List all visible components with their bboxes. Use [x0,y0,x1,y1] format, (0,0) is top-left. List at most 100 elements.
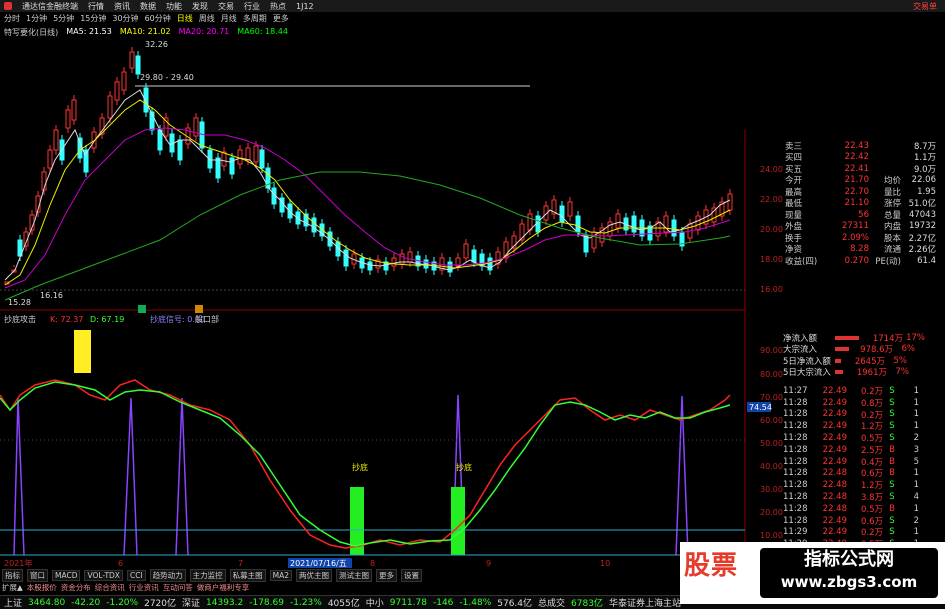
axis-tick: 16.00 [760,285,783,294]
candle-body [407,251,413,263]
tick-row: 11:28 22.48 3.8万 S 4 [783,492,919,504]
tick-row: 11:28 22.48 0.5万 B 1 [783,503,919,515]
tick-row: 11:29 22.49 0.2万 S 1 [783,527,919,539]
price-axis: 24.00 22.00 20.00 18.00 16.00 [760,165,783,294]
status-value: 14393.2 [206,597,244,608]
candle-body [695,215,701,231]
candle-body [615,213,621,229]
quote-row: 换手 2.09% 股本 2.27亿 [785,232,936,244]
date-tick: 9 [486,559,491,568]
candle-body [245,147,251,161]
indicator-tab[interactable]: 窗口 [27,569,48,582]
indicator-tab[interactable]: 设置 [401,569,423,582]
status-value: 3464.80 [28,597,66,608]
date-highlight-text: 2021/07/16/五 [290,559,347,568]
indicator-tab[interactable]: 主力监控 [189,569,226,582]
indicator-tab[interactable]: 趋势动力 [149,569,186,582]
quote-row: 外盘 27311 内盘 19732 [785,221,936,233]
extension-tab[interactable]: 扩展▲ [2,582,23,593]
quote-table: 卖三 22.43 8.7万 买四 22.42 1.1万 买五 22.41 9.0万 今开 21… [785,140,940,267]
status-pct: -1.20% [106,597,139,608]
tick-row: 11:28 22.49 0.5万 S 2 [783,433,919,445]
extension-tab[interactable]: 本股报价 [27,582,57,593]
status-label[interactable]: 总成交 [538,596,565,609]
candle-body [343,249,349,267]
axis-tick: 40.00 [760,462,783,471]
candle-body [177,139,183,161]
indicator-tab[interactable]: 两优主图 [296,569,333,582]
tick-row: 11:28 22.49 2.5万 B 3 [783,444,919,456]
candle-body [367,261,373,271]
indicator-sig2: 股口部 [195,314,219,324]
date-tick: 8 [370,559,375,568]
extension-tab[interactable]: 资金分布 [61,582,91,593]
candle-body [259,149,265,169]
status-vol: 4055亿 [327,599,360,609]
axis-tick: 90.00 [760,346,783,355]
flow-row: 大宗流入 978.6万 6% [783,344,915,356]
axis-tick: 50.00 [760,439,783,448]
indicator-tab[interactable]: 指标 [2,569,23,582]
status-chg: -42.20 [71,597,101,608]
quote-row: 现量 56 总量 47043 [785,209,936,221]
axis-tick: 70.00 [760,393,783,402]
indicator-name: 抄底攻击 [4,314,36,324]
axis-tick: 24.00 [760,165,783,174]
extension-tab[interactable]: 做商户福利专享 [197,582,250,593]
date-axis: 2021年 6 7 2021/07/16/五 8 9 10 [4,558,610,568]
candle-body [311,217,317,233]
candle-body [77,137,83,159]
indicator-axis: 90.00 80.00 70.00 60.00 50.00 40.00 30.0… [760,346,783,540]
axis-tick: 60.00 [760,416,783,425]
low2-label: 15.28 [8,298,31,307]
candles [4,47,733,285]
status-pct: -1.48% [459,597,492,608]
watermark-text: 股票 [684,551,739,581]
quote-row: 卖三 22.43 8.7万 [785,140,936,152]
tick-row: 11:28 22.49 0.2万 S 1 [783,409,919,421]
status-label[interactable]: 上证 [4,596,22,609]
date-tick: 10 [600,559,610,568]
extension-tab[interactable]: 综合资讯 [95,582,125,593]
quote-row: 最低 21.10 涨停 51.0亿 [785,198,936,210]
candle-body [65,109,71,129]
tick-row: 11:28 22.49 0.6万 S 2 [783,515,919,527]
indicator-tab[interactable]: CCI [126,570,146,581]
indicator-tab[interactable]: VOL-TDX [84,570,123,581]
range-label: 29.80 - 29.40 [140,73,194,82]
buy-signal-bar [451,487,465,555]
extension-tab[interactable]: 行业资讯 [129,582,159,593]
candle-body [107,95,113,119]
signal-label: 抄底 [456,462,472,472]
extension-tabs: 扩展▲ 本股报价 资金分布 综合资讯 行业资讯 互动问答 做商户福利专享 [0,582,680,593]
status-label[interactable]: 深证 [182,596,200,609]
tick-row: 11:28 22.49 0.4万 B 5 [783,456,919,468]
indicator-tab[interactable]: MA2 [269,570,293,581]
candle-body [221,151,227,167]
flow-row: 净流入额 1714万 17% [783,332,925,344]
tick-row: 11:28 22.48 0.6万 B 1 [783,468,919,480]
spike [123,397,138,556]
axis-tick: 30.00 [760,485,783,494]
status-label[interactable]: 中小 [366,596,384,609]
candle-body [121,71,127,91]
quote-row: 买五 22.41 9.0万 [785,163,936,175]
candle-body [135,55,141,75]
candle-body [575,215,581,233]
ma60-line [4,171,731,301]
candle-body [471,249,477,263]
axis-tick: 80.00 [760,370,783,379]
candle-body [559,205,565,223]
flow-row: 5日净流入额 2645万 5% [783,355,907,367]
indicator-tab[interactable]: 更多 [376,569,398,582]
indicator-tab[interactable]: MACD [52,570,81,581]
candle-body [671,219,677,237]
extension-tab[interactable]: 互动问答 [163,582,193,593]
tick-row: 11:28 22.48 1.2万 S 1 [783,480,919,492]
indicator-tab[interactable]: 私募主图 [229,569,266,582]
status-chg: -178.69 [249,597,284,608]
axis-tick: 22.00 [760,195,783,204]
date-tick: 2021年 [4,558,32,568]
candle-body [463,243,469,259]
indicator-tab[interactable]: 测试主图 [336,569,373,582]
